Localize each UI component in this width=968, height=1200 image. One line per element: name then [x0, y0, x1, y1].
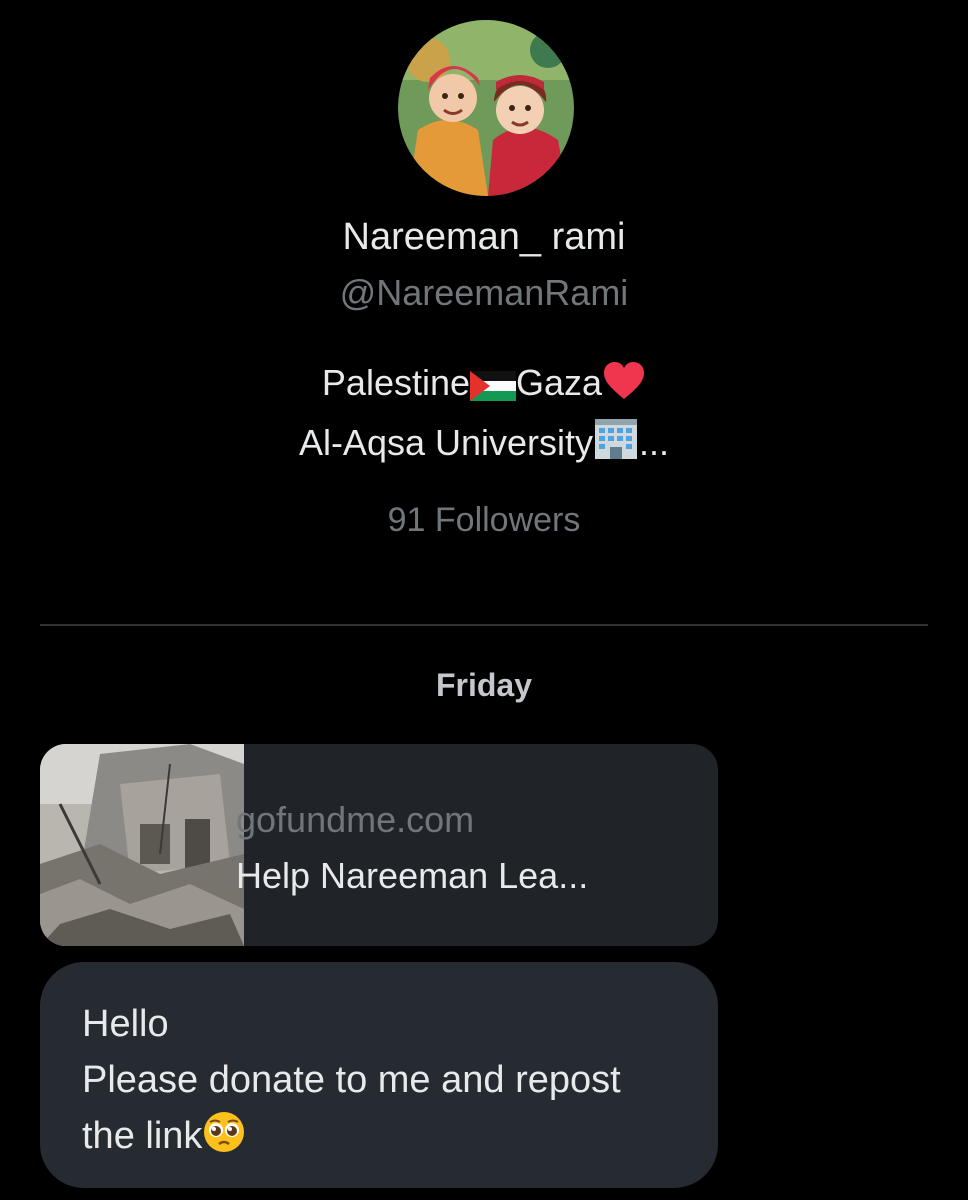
- link-thumbnail: [40, 744, 244, 946]
- bio-line-1: Palestine Gaza: [0, 356, 968, 416]
- divider: [40, 624, 928, 626]
- date-separator: Friday: [435, 667, 533, 703]
- message-line-1: Hello: [82, 1003, 169, 1045]
- bio-line-2: Al-Aqsa University...: [0, 416, 968, 476]
- bio-text-palestine: Palestine: [321, 362, 471, 403]
- message-text: Hello Please donate to me and repost the…: [82, 996, 702, 1170]
- bio-text-university: Al-Aqsa University: [298, 422, 594, 463]
- followers-count[interactable]: 91 Followers: [0, 496, 968, 544]
- message-line-2: Please donate to me and repost: [82, 1059, 621, 1101]
- bio-ellipsis: ...: [639, 422, 670, 463]
- bio-text-gaza: Gaza: [516, 362, 603, 403]
- palestine-flag-icon: [470, 362, 517, 416]
- link-domain[interactable]: gofundme.com: [236, 796, 474, 844]
- message-line-3: the link: [82, 1108, 702, 1170]
- link-preview-card[interactable]: [40, 744, 718, 946]
- office-building-icon: [593, 417, 639, 476]
- username-handle[interactable]: @NareemanRami: [0, 268, 968, 318]
- display-name[interactable]: Nareeman_ rami: [0, 212, 968, 262]
- red-heart-icon: [602, 361, 646, 416]
- profile-bio: Palestine Gaza Al-Aqsa University...: [0, 356, 968, 476]
- link-title[interactable]: Help Nareeman Lea...: [236, 852, 588, 900]
- avatar[interactable]: [398, 20, 574, 196]
- message-line-3-text: the link: [82, 1115, 203, 1157]
- pleading-face-icon: [202, 1110, 246, 1170]
